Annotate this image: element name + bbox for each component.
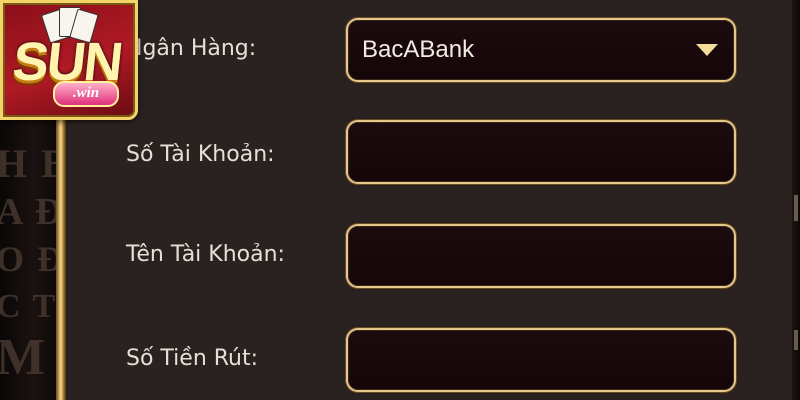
bank-label: Ngân Hàng: <box>126 36 257 61</box>
background-text: A Đ <box>0 191 56 233</box>
bank-select-value: BacABank <box>362 36 475 63</box>
logo-suffix-badge: .win <box>53 81 119 107</box>
account-number-label: Số Tài Khoản: <box>126 142 275 167</box>
background-text: C TI <box>0 288 56 325</box>
sunwin-logo: SUN .win <box>0 0 138 120</box>
account-name-field[interactable] <box>346 224 736 288</box>
withdraw-amount-input[interactable] <box>348 330 734 390</box>
account-name-input[interactable] <box>348 226 734 286</box>
account-name-label: Tên Tài Khoản: <box>126 242 285 267</box>
background-right <box>792 0 800 400</box>
background-text: M <box>0 329 48 386</box>
withdraw-amount-label: Số Tiền Rút: <box>126 346 259 371</box>
bank-select[interactable]: BacABank <box>346 18 736 82</box>
withdraw-amount-field[interactable] <box>346 328 736 392</box>
background-text: H B <box>0 141 56 186</box>
account-number-field[interactable] <box>346 120 736 184</box>
background-text: O Đ <box>0 239 56 279</box>
account-number-input[interactable] <box>348 122 734 182</box>
dropdown-caret-icon[interactable] <box>696 44 718 56</box>
scroll-marker <box>794 330 798 350</box>
scroll-marker <box>794 195 798 221</box>
